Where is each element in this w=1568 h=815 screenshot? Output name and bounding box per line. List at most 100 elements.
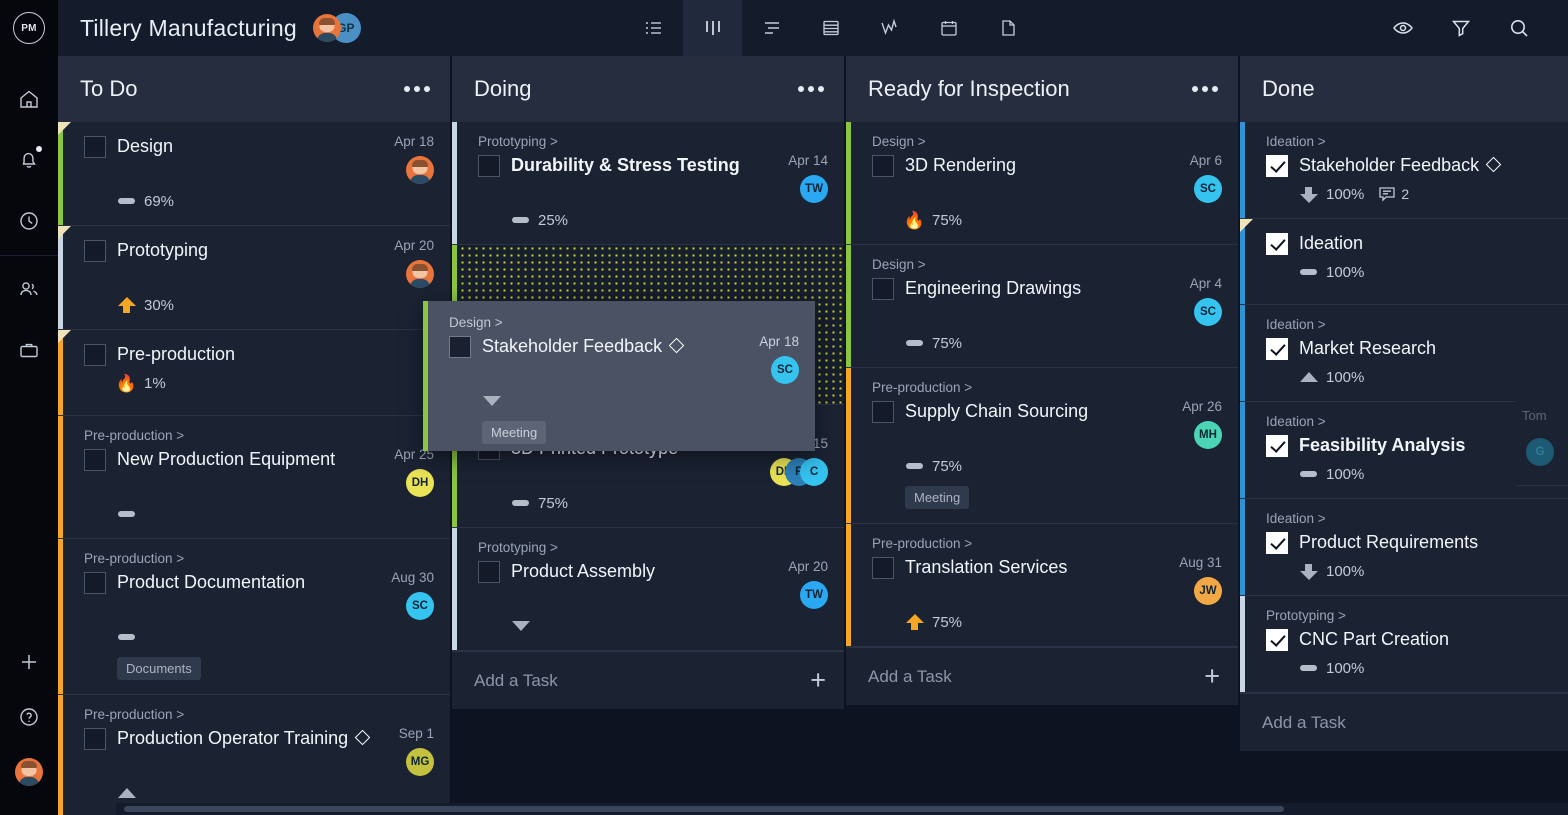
card-assignees[interactable]: SC — [759, 356, 799, 384]
card-checkbox[interactable] — [84, 572, 106, 594]
task-card[interactable]: Pre-production >Product DocumentationAug… — [58, 539, 450, 695]
task-card[interactable]: Ideation >Stakeholder Feedback100%2 — [1240, 122, 1568, 219]
task-card[interactable]: Prototyping >Product AssemblyApr 20TW — [452, 528, 844, 651]
pages-view-tab[interactable] — [978, 0, 1037, 56]
assignee-avatar[interactable]: C — [800, 458, 828, 486]
card-checkbox[interactable] — [1266, 155, 1288, 177]
assignee-avatar[interactable]: MG — [406, 748, 434, 776]
card-checkbox[interactable] — [84, 728, 106, 750]
card-checkbox[interactable] — [84, 136, 106, 158]
list-view-tab[interactable] — [624, 0, 683, 56]
calendar-view-tab[interactable] — [919, 0, 978, 56]
plus-icon[interactable]: + — [1204, 663, 1220, 690]
sheet-view-tab[interactable] — [801, 0, 860, 56]
task-card[interactable]: Prototyping >CNC Part Creation100% — [1240, 596, 1568, 693]
card-checkbox[interactable] — [872, 557, 894, 579]
assignee-avatar[interactable]: SC — [1194, 175, 1222, 203]
task-card[interactable]: Prototyping >Durability & Stress Testing… — [452, 122, 844, 245]
workload-view-tab[interactable] — [860, 0, 919, 56]
card-checkbox[interactable] — [1266, 233, 1288, 255]
column-menu-button[interactable] — [798, 86, 824, 92]
card-tag[interactable]: Meeting — [905, 486, 969, 509]
task-card[interactable]: PrototypingApr 2030% — [58, 226, 450, 330]
scrollbar-thumb[interactable] — [124, 806, 1284, 812]
card-assignees[interactable]: TW — [788, 581, 828, 609]
card-checkbox[interactable] — [1266, 629, 1288, 651]
card-checkbox[interactable] — [478, 155, 500, 177]
member-avatar-photo[interactable] — [313, 14, 341, 42]
card-assignees[interactable]: DHPC — [770, 458, 828, 486]
assignee-avatar-photo[interactable] — [406, 156, 434, 184]
user-avatar[interactable] — [0, 744, 58, 799]
plus-icon[interactable]: + — [810, 667, 826, 694]
card-tag[interactable]: Documents — [117, 657, 201, 680]
task-card[interactable]: Ideation100% — [1240, 219, 1568, 305]
add-task-button[interactable]: Add a Task+ — [846, 647, 1238, 705]
partial-card-right[interactable]: Tom G — [1516, 386, 1568, 486]
card-comments[interactable]: 2 — [1378, 186, 1409, 202]
task-card[interactable]: Design >Engineering DrawingsApr 4SC75% — [846, 245, 1238, 368]
add-task-button[interactable]: Add a Task+ — [1240, 693, 1568, 751]
card-checkbox[interactable] — [449, 336, 471, 358]
board-view-tab[interactable] — [683, 0, 742, 56]
clock-icon[interactable] — [0, 190, 58, 251]
card-title-text: CNC Part Creation — [1299, 629, 1449, 649]
column-menu-button[interactable] — [1192, 86, 1218, 92]
card-assignees[interactable]: SC — [391, 592, 434, 620]
task-card[interactable]: Pre-production >Supply Chain SourcingApr… — [846, 368, 1238, 524]
card-assignees[interactable]: MG — [399, 748, 434, 776]
horizontal-scrollbar[interactable] — [116, 803, 1568, 815]
column-menu-button[interactable] — [404, 86, 430, 92]
card-assignees[interactable]: SC — [1190, 175, 1222, 203]
card-assignees[interactable]: MH — [1182, 421, 1222, 449]
card-tag[interactable]: Meeting — [482, 421, 546, 444]
card-checkbox[interactable] — [872, 278, 894, 300]
card-checkbox[interactable] — [84, 240, 106, 262]
task-card[interactable]: Design >3D RenderingApr 6SC🔥75% — [846, 122, 1238, 245]
task-card[interactable]: Pre-production >Translation ServicesAug … — [846, 524, 1238, 647]
app-logo[interactable]: PM — [0, 0, 58, 56]
card-assignees[interactable]: SC — [1190, 298, 1222, 326]
card-checkbox[interactable] — [1266, 338, 1288, 360]
card-assignees[interactable] — [394, 156, 434, 184]
task-card[interactable]: Pre-production >New Production Equipment… — [58, 416, 450, 539]
assignee-avatar[interactable]: DH — [406, 469, 434, 497]
card-assignees[interactable]: DH — [394, 469, 434, 497]
task-card[interactable]: Pre-production🔥1% — [58, 330, 450, 416]
people-icon[interactable] — [0, 258, 58, 319]
card-checkbox[interactable] — [84, 449, 106, 471]
assignee-avatar[interactable]: MH — [1194, 421, 1222, 449]
plus-icon[interactable] — [0, 634, 58, 689]
bell-icon[interactable] — [0, 129, 58, 190]
add-task-button[interactable]: Add a Task+ — [452, 651, 844, 709]
card-checkbox[interactable] — [872, 401, 894, 423]
task-card[interactable]: DesignApr 1869% — [58, 122, 450, 226]
card-progress: 75% — [905, 333, 1222, 353]
card-checkbox[interactable] — [1266, 532, 1288, 554]
search-icon[interactable] — [1490, 0, 1548, 56]
gantt-view-tab[interactable] — [742, 0, 801, 56]
card-assignees[interactable]: TW — [788, 175, 828, 203]
card-assignees[interactable] — [394, 260, 434, 288]
briefcase-icon[interactable] — [0, 319, 58, 380]
card-checkbox[interactable] — [84, 344, 106, 366]
help-icon[interactable] — [0, 689, 58, 744]
card-checkbox[interactable] — [1266, 435, 1288, 457]
task-card[interactable]: Pre-production >Production Operator Trai… — [58, 695, 450, 815]
assignee-avatar[interactable]: JW — [1194, 577, 1222, 605]
filter-icon[interactable] — [1432, 0, 1490, 56]
dragged-card[interactable]: Design > Stakeholder Feedback Apr 18 SC — [423, 301, 815, 451]
eye-icon[interactable] — [1374, 0, 1432, 56]
home-icon[interactable] — [0, 68, 58, 129]
assignee-avatar[interactable]: SC — [1194, 298, 1222, 326]
assignee-avatar[interactable]: TW — [800, 175, 828, 203]
card-checkbox[interactable] — [872, 155, 894, 177]
card-checkbox[interactable] — [478, 561, 500, 583]
task-card[interactable]: Ideation >Product Requirements100% — [1240, 499, 1568, 596]
assignee-avatar-photo[interactable] — [406, 260, 434, 288]
assignee-avatar[interactable]: SC — [771, 356, 799, 384]
assignee-avatar[interactable]: SC — [406, 592, 434, 620]
card-assignees[interactable]: JW — [1179, 577, 1222, 605]
project-members[interactable]: GP — [313, 13, 361, 43]
assignee-avatar[interactable]: TW — [800, 581, 828, 609]
